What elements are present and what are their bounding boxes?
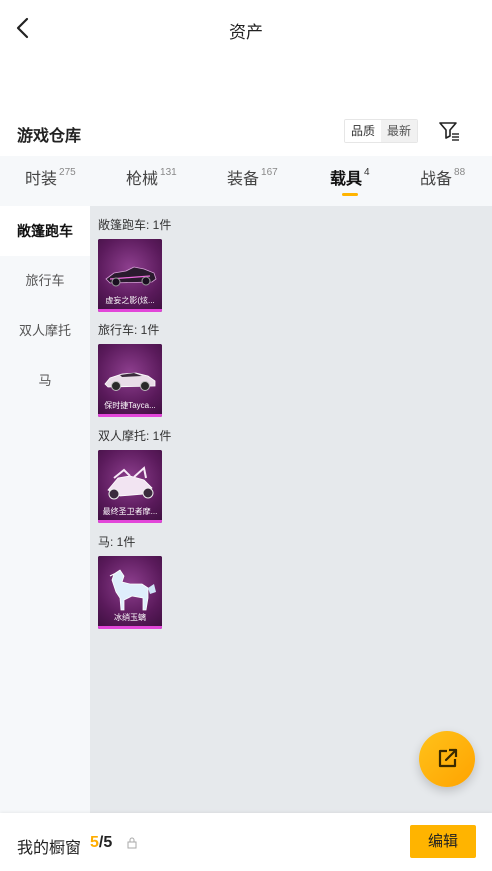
tab-label: 装备 [227,171,260,188]
group-label: 旅行车: 1件 [98,323,160,337]
showcase-count: 5/5 [90,834,112,852]
edit-button[interactable]: 编辑 [410,825,476,858]
convertible-car-icon [105,266,157,287]
rarity-bar [98,309,162,312]
item-name: 最终圣卫者摩... [102,507,158,516]
group-label: 双人摩托: 1件 [98,429,172,443]
showcase-bar: 我的橱窗 5/5 编辑 [0,813,492,871]
group-label: 敞篷跑车: 1件 [98,218,172,232]
porsche-car-icon [104,372,156,391]
lock-icon [127,837,137,849]
sort-toggle: 品质 最新 [344,119,419,143]
filter-icon [439,122,459,141]
tab-label: 枪械 [126,171,159,188]
category-tabs: 时装 275 枪械 131 装备 167 载具 4 战备 88 [0,156,492,206]
rarity-bar [98,414,162,417]
tab-label: 时装 [25,171,58,188]
item-card[interactable]: 保时捷Tayca... [98,344,162,417]
item-name: 冰绡玉螭 [114,613,146,622]
tab-count: 275 [59,167,76,178]
page-title: 资产 [229,23,263,42]
share-button[interactable] [419,731,475,787]
sidebar-item-motorcycle[interactable]: 双人摩托 [0,306,90,356]
item-card[interactable]: 冰绡玉螭 [98,556,162,629]
tab-count: 4 [364,167,370,178]
showcase-total: 5 [103,834,113,851]
tab-vehicles[interactable]: 载具 4 [330,156,370,206]
item-card[interactable]: 最终圣卫者摩... [98,450,162,523]
external-link-icon [438,748,458,768]
sidebar-item-convertible[interactable]: 敞篷跑车 [0,206,90,256]
vehicle-type-sidebar: 敞篷跑车 旅行车 双人摩托 马 [0,206,90,813]
section-title: 游戏仓库 [17,128,82,145]
filter-button[interactable] [437,119,461,143]
item-grid: 敞篷跑车: 1件 虚妄之影(炫... 旅行车: 1件 保时捷Tayca... 双… [90,206,492,813]
sidebar-item-touring-car[interactable]: 旅行车 [0,256,90,306]
section-header: 游戏仓库 [0,112,492,152]
tab-weapons[interactable]: 枪械 131 [126,156,177,206]
horse-icon [109,569,156,611]
sort-by-quality[interactable]: 品质 [345,120,382,142]
tab-label: 载具 [330,171,363,188]
sort-by-latest[interactable]: 最新 [381,120,418,142]
item-card[interactable]: 虚妄之影(炫... [98,239,162,312]
tab-equipment[interactable]: 装备 167 [227,156,278,206]
item-name: 保时捷Tayca... [104,401,156,410]
motorcycle-icon [107,466,154,500]
active-tab-indicator [342,193,358,196]
rarity-bar [98,626,162,629]
tab-label: 战备 [420,171,453,188]
top-bar: 资产 [0,0,492,58]
tab-count: 167 [261,167,278,178]
showcase-current: 5 [90,834,99,851]
item-name: 虚妄之影(炫... [105,296,155,305]
tab-count: 131 [160,167,177,178]
rarity-bar [98,520,162,523]
tab-count: 88 [454,167,466,178]
showcase-label: 我的橱窗 [17,840,82,857]
tab-fashion[interactable]: 时装 275 [25,156,76,206]
sidebar-item-horse[interactable]: 马 [0,356,90,406]
tab-supplies[interactable]: 战备 88 [420,156,465,206]
group-label: 马: 1件 [98,535,136,549]
